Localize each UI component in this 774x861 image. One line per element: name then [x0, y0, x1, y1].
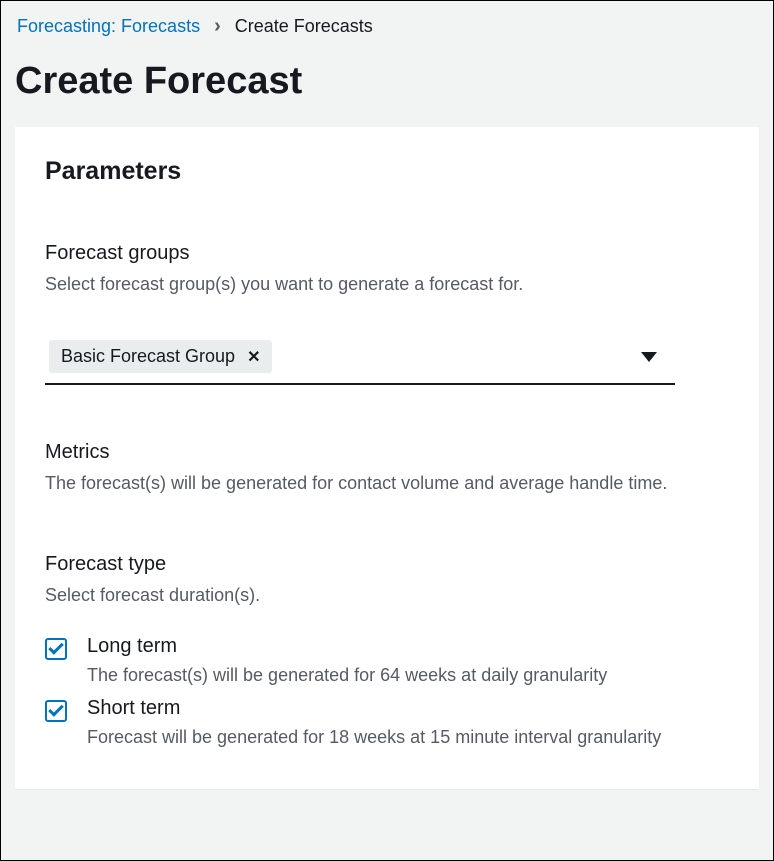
forecast-group-chip-label: Basic Forecast Group: [61, 346, 235, 367]
metrics-label: Metrics: [45, 441, 729, 464]
forecast-groups-help: Select forecast group(s) you want to gen…: [45, 271, 729, 298]
chevron-down-icon: [641, 352, 657, 362]
forecast-type-option-long-term: Long term The forecast(s) will be genera…: [45, 635, 729, 689]
forecast-type-option-short-term: Short term Forecast will be generated fo…: [45, 697, 729, 751]
forecast-type-label: Forecast type: [45, 553, 729, 576]
metrics-field: Metrics The forecast(s) will be generate…: [45, 441, 729, 497]
metrics-help: The forecast(s) will be generated for co…: [45, 470, 729, 497]
checkbox-long-term-content: Long term The forecast(s) will be genera…: [87, 635, 729, 689]
forecast-groups-label: Forecast groups: [45, 242, 729, 265]
parameters-card: Parameters Forecast groups Select foreca…: [15, 127, 759, 789]
forecast-type-field: Forecast type Select forecast duration(s…: [45, 553, 729, 751]
page-title: Create Forecast: [15, 60, 757, 103]
checkbox-short-term-desc: Forecast will be generated for 18 weeks …: [87, 724, 729, 751]
header-area: Forecasting: Forecasts › Create Forecast…: [1, 1, 773, 127]
breadcrumb-current: Create Forecasts: [235, 16, 373, 37]
breadcrumb-link-forecasting[interactable]: Forecasting: Forecasts: [17, 16, 200, 37]
forecast-group-chip: Basic Forecast Group ✕: [49, 340, 272, 373]
forecast-type-options: Long term The forecast(s) will be genera…: [45, 635, 729, 751]
parameters-heading: Parameters: [45, 157, 729, 186]
check-icon: [48, 701, 64, 717]
forecast-groups-select[interactable]: Basic Forecast Group ✕: [45, 334, 675, 385]
close-icon[interactable]: ✕: [247, 347, 260, 367]
check-icon: [48, 639, 64, 655]
checkbox-long-term[interactable]: [45, 638, 67, 660]
checkbox-long-term-label: Long term: [87, 635, 729, 658]
chevron-right-icon: ›: [214, 15, 221, 38]
checkbox-short-term[interactable]: [45, 700, 67, 722]
checkbox-long-term-desc: The forecast(s) will be generated for 64…: [87, 662, 729, 689]
checkbox-short-term-content: Short term Forecast will be generated fo…: [87, 697, 729, 751]
breadcrumb: Forecasting: Forecasts › Create Forecast…: [17, 15, 757, 38]
checkbox-short-term-label: Short term: [87, 697, 729, 720]
forecast-groups-field: Forecast groups Select forecast group(s)…: [45, 242, 729, 385]
forecast-type-help: Select forecast duration(s).: [45, 582, 729, 609]
